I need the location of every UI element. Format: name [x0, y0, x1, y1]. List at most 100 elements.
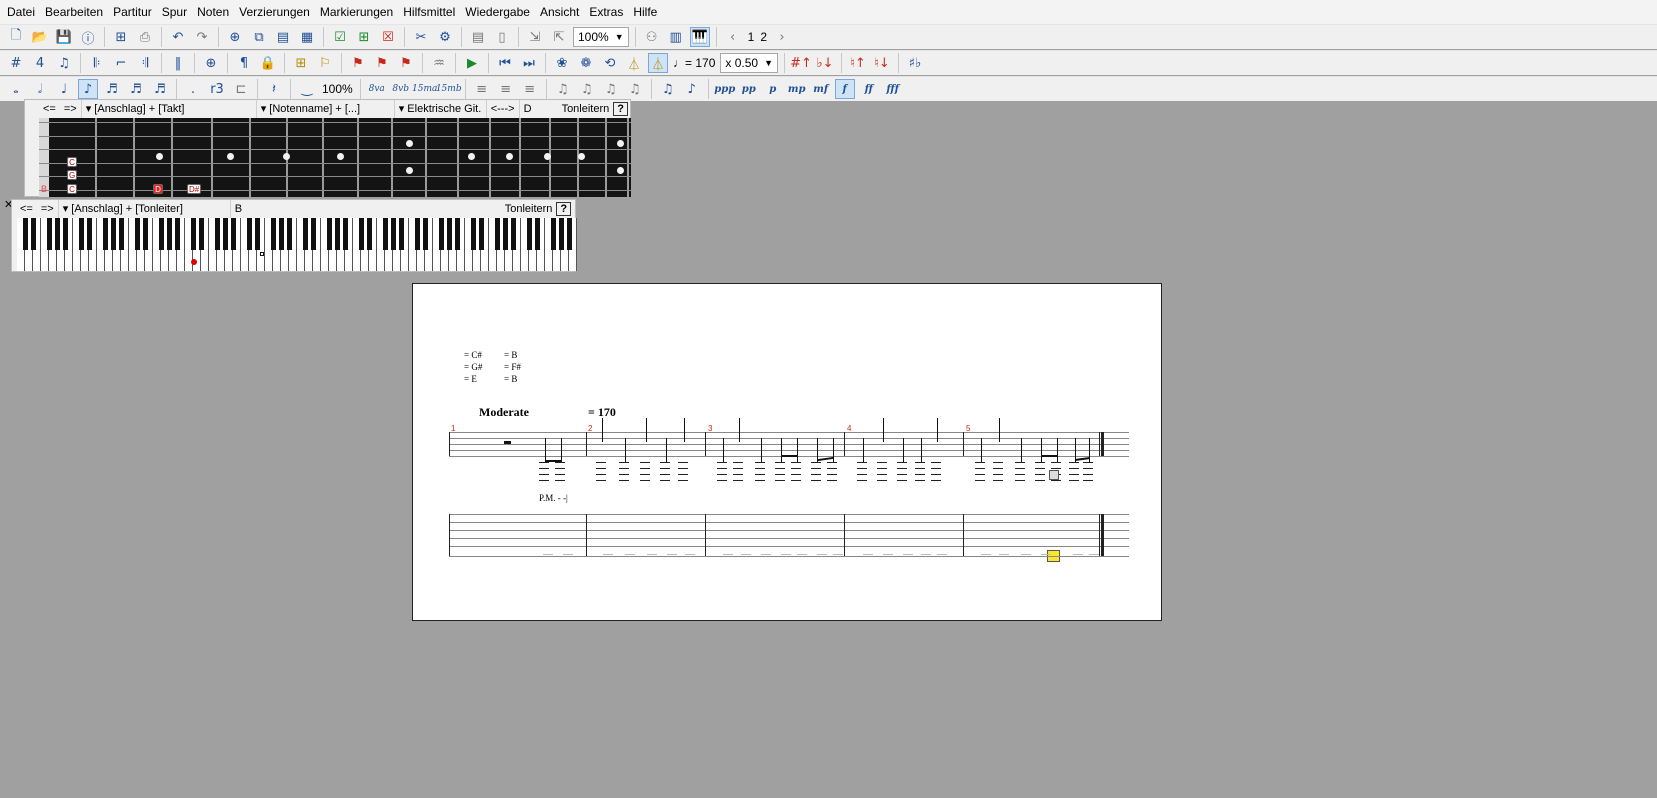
sixteenth-note-icon[interactable]: ♬ [102, 79, 122, 99]
cut-icon[interactable]: ✂ [411, 27, 431, 47]
tie-group-icon[interactable]: ⊏ [231, 79, 251, 99]
menu-extras[interactable]: Extras [584, 2, 628, 22]
menu-hilfe[interactable]: Hilfe [628, 2, 662, 22]
black-key[interactable] [535, 218, 540, 250]
rest-icon[interactable]: 𝄽 [264, 79, 284, 99]
insert-bar-icon[interactable]: ⊞ [354, 27, 374, 47]
multitrack-icon[interactable]: ⚇ [642, 27, 662, 47]
dynamic-pp-button[interactable]: pp [739, 79, 759, 99]
black-key[interactable] [279, 218, 284, 250]
properties-icon[interactable]: ⓘ [78, 27, 98, 47]
menu-hilfsmittel[interactable]: Hilfsmittel [398, 2, 460, 22]
black-key[interactable] [199, 218, 204, 250]
kb-next-button[interactable]: => [37, 200, 59, 218]
fret-direction-button[interactable]: <---> [487, 100, 520, 118]
menu-markierungen[interactable]: Markierungen [315, 2, 398, 22]
menu-wiedergabe[interactable]: Wiedergabe [460, 2, 535, 22]
black-key[interactable] [423, 218, 428, 250]
marker-next-icon[interactable]: ⚑ [396, 53, 416, 73]
count-in-icon[interactable]: ⏃ [648, 53, 668, 73]
play-icon[interactable]: ▶ [462, 53, 482, 73]
black-key[interactable] [119, 218, 124, 250]
go-start-icon[interactable]: ⏮ [495, 53, 515, 73]
fret-note-marker[interactable]: G [67, 170, 78, 180]
black-key[interactable] [479, 218, 484, 250]
black-key[interactable] [567, 218, 572, 250]
fret-note-marker[interactable]: D [153, 184, 163, 194]
fret-help-icon[interactable]: ? [613, 102, 628, 116]
menu-spur[interactable]: Spur [157, 2, 192, 22]
print-icon[interactable]: ⎙ [135, 27, 155, 47]
triplet-icon[interactable]: r3 [207, 79, 227, 99]
black-key[interactable] [111, 218, 116, 250]
prev-page-icon[interactable]: ‹ [723, 27, 743, 47]
fret-mode-select[interactable]: ▾ [Anschlag] + [Takt] [82, 100, 257, 118]
black-key[interactable] [343, 218, 348, 250]
fret-scales-button[interactable]: Tonleitern [558, 100, 614, 118]
black-key[interactable] [167, 218, 172, 250]
lock-icon[interactable]: 🔒 [258, 53, 278, 73]
enharmonic-icon[interactable]: ♯♭ [905, 53, 925, 73]
marker-prev-icon[interactable]: ⚑ [372, 53, 392, 73]
black-key[interactable] [367, 218, 372, 250]
black-key[interactable] [439, 218, 444, 250]
octave-8va-button[interactable]: 8va [367, 79, 387, 99]
black-key[interactable] [159, 218, 164, 250]
eighth-note-icon[interactable]: ♪ [78, 79, 98, 99]
dynamic-p-button[interactable]: p [763, 79, 783, 99]
black-key[interactable] [215, 218, 220, 250]
kb-mode-select[interactable]: ▾ [Anschlag] + [Tonleiter] [59, 200, 231, 218]
black-key[interactable] [79, 218, 84, 250]
fret-instrument-select[interactable]: ▾ Elektrische Git. [395, 100, 487, 118]
loop-icon[interactable]: ⟲ [600, 53, 620, 73]
beam-join-icon[interactable]: ♫ [601, 79, 621, 99]
black-key[interactable] [271, 218, 276, 250]
fretboard-toggle-icon[interactable]: ▥ [666, 27, 686, 47]
add-section-icon[interactable]: ⊞ [291, 53, 311, 73]
quarter-note-icon[interactable]: ♩ [54, 79, 74, 99]
black-key[interactable] [231, 218, 236, 250]
whole-note-icon[interactable]: 𝅝 [6, 79, 26, 99]
fret-note-marker[interactable]: C [67, 184, 77, 194]
black-key[interactable] [223, 218, 228, 250]
dynamic-ff-button[interactable]: ff [859, 79, 879, 99]
stem-auto-icon[interactable]: ♫ [658, 79, 678, 99]
black-key[interactable] [191, 218, 196, 250]
check-bar-icon[interactable]: ☑ [330, 27, 350, 47]
sharp-up-icon[interactable]: #↑ [790, 53, 812, 73]
zoom-in-icon[interactable]: ⇲ [525, 27, 545, 47]
add-track-icon[interactable]: ⊕ [225, 27, 245, 47]
page-2[interactable]: 2 [760, 30, 767, 44]
black-key[interactable] [103, 218, 108, 250]
transpose-up-icon[interactable]: ♮↑ [848, 53, 868, 73]
octave-8vb-button[interactable]: 8vb [391, 79, 411, 99]
black-key[interactable] [511, 218, 516, 250]
black-key[interactable] [391, 218, 396, 250]
repeat-open-icon[interactable]: 𝄆 [87, 53, 107, 73]
black-key[interactable] [551, 218, 556, 250]
tuplet-icon[interactable]: ♫ [54, 53, 74, 73]
new-file-icon[interactable]: 🗋 [6, 27, 26, 47]
black-key[interactable] [455, 218, 460, 250]
menu-datei[interactable]: Datei [2, 2, 40, 22]
voice-2-icon[interactable]: ≡ [496, 79, 516, 99]
black-key[interactable] [335, 218, 340, 250]
delete-bar-icon[interactable]: ☒ [378, 27, 398, 47]
beam-auto-icon[interactable]: ♫ [553, 79, 573, 99]
black-key[interactable] [447, 218, 452, 250]
menu-verzierungen[interactable]: Verzierungen [234, 2, 315, 22]
black-key[interactable] [503, 218, 508, 250]
voice-1-icon[interactable]: ≡ [472, 79, 492, 99]
octave-15ma-button[interactable]: 15ma [412, 79, 437, 99]
fret-note-marker[interactable]: D# [187, 184, 202, 194]
alternate-ending-icon[interactable]: ⌐ [111, 53, 131, 73]
octave-15mb-button[interactable]: 15mb [436, 79, 462, 99]
thirty-second-note-icon[interactable]: ♬ [126, 79, 146, 99]
section-marker-icon[interactable]: ⚐ [315, 53, 335, 73]
score-page[interactable]: = C# = B = G# = F# = E = B Moderate = 17… [412, 283, 1162, 621]
page-view-icon[interactable]: ▤ [468, 27, 488, 47]
zoom-out-icon[interactable]: ⇱ [549, 27, 569, 47]
screen-view-icon[interactable]: ▯ [492, 27, 512, 47]
paragraph-icon[interactable]: ¶ [234, 53, 254, 73]
black-key[interactable] [303, 218, 308, 250]
